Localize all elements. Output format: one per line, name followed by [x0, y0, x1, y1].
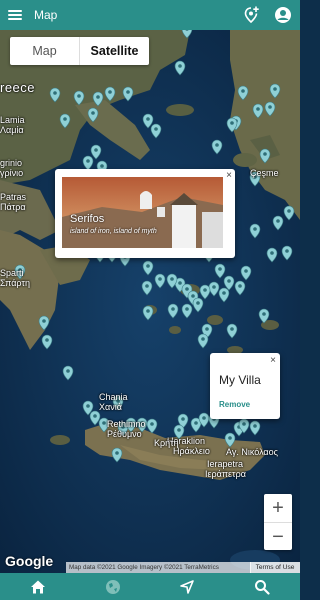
- map-pin[interactable]: [197, 333, 209, 349]
- map-pin[interactable]: [223, 275, 235, 291]
- map-pin[interactable]: [174, 60, 186, 76]
- map-pin[interactable]: [252, 103, 264, 119]
- map-pin[interactable]: [49, 87, 61, 103]
- menu-icon[interactable]: [8, 10, 22, 20]
- map-pin[interactable]: [181, 30, 193, 39]
- map-label: Patras: [0, 192, 27, 202]
- map-pin[interactable]: [142, 113, 154, 129]
- globe-icon[interactable]: [103, 577, 123, 597]
- app-title: Map: [34, 8, 58, 22]
- map-pin[interactable]: [38, 315, 50, 331]
- map-pin[interactable]: [234, 280, 246, 296]
- map-label: Ρέθυμνο: [107, 429, 142, 439]
- map-type-map-button[interactable]: Map: [10, 37, 79, 65]
- map-label: grinio: [0, 158, 23, 168]
- map-pin[interactable]: [41, 334, 53, 350]
- home-icon[interactable]: [28, 577, 48, 597]
- map-pin[interactable]: [272, 215, 284, 231]
- account-icon[interactable]: [274, 6, 292, 24]
- map-label: Ιεράπετρα: [205, 469, 246, 479]
- map-pin[interactable]: [142, 305, 154, 321]
- map-pin[interactable]: [122, 86, 134, 102]
- map-label: γρίνιο: [0, 168, 24, 178]
- map-pins: [14, 30, 295, 463]
- map-label: Χανιά: [99, 402, 122, 412]
- map-pin[interactable]: [264, 101, 276, 117]
- map-pin[interactable]: [266, 247, 278, 263]
- map-pin[interactable]: [208, 281, 220, 297]
- map-label: Κρήτη: [154, 438, 179, 448]
- map-label: Rethimno: [107, 419, 146, 429]
- map-pin[interactable]: [214, 263, 226, 279]
- close-icon[interactable]: ×: [226, 171, 232, 181]
- map-pin[interactable]: [269, 83, 281, 99]
- map-type-control: Map Satellite: [10, 37, 149, 65]
- map-pin[interactable]: [59, 113, 71, 129]
- map-view[interactable]: Map Satellite reece Lamia Λαμία grinio γ…: [0, 30, 300, 573]
- map-pin[interactable]: [111, 447, 123, 463]
- map-label: Σπάρτη: [0, 278, 30, 288]
- serifos-info-window: × Serifos island of iron, island of myth: [55, 169, 235, 258]
- map-pin[interactable]: [92, 91, 104, 107]
- map-label: Λαμία: [0, 125, 24, 135]
- search-icon[interactable]: [252, 577, 272, 597]
- terms-of-use-link[interactable]: Terms of Use: [250, 562, 300, 573]
- map-pin[interactable]: [73, 90, 85, 106]
- map-pin[interactable]: [62, 365, 74, 381]
- map-pin[interactable]: [249, 223, 261, 239]
- app-bar: Map: [0, 0, 300, 30]
- close-icon[interactable]: ×: [270, 356, 276, 366]
- map-pin[interactable]: [218, 287, 230, 303]
- map-pin[interactable]: [146, 418, 158, 434]
- bottom-navigation: [0, 573, 300, 600]
- villa-title: My Villa: [219, 373, 261, 387]
- map-pin[interactable]: [281, 245, 293, 261]
- map-pin[interactable]: [150, 123, 162, 139]
- map-pin[interactable]: [90, 144, 102, 160]
- map-pin[interactable]: [87, 107, 99, 123]
- map-pin[interactable]: [258, 308, 270, 324]
- map-type-satellite-button[interactable]: Satellite: [79, 37, 149, 65]
- serifos-photo[interactable]: Serifos island of iron, island of myth: [62, 177, 223, 248]
- villa-info-window: × My Villa Remove: [210, 353, 280, 419]
- map-pin[interactable]: [237, 85, 249, 101]
- map-label: Lamia: [0, 115, 25, 125]
- map-pin[interactable]: [82, 155, 94, 171]
- map-label: Πάτρα: [0, 202, 26, 212]
- map-pin[interactable]: [283, 205, 295, 221]
- map-pin[interactable]: [199, 284, 211, 300]
- zoom-out-button[interactable]: −: [264, 523, 292, 551]
- map-pin[interactable]: [226, 323, 238, 339]
- map-pin[interactable]: [211, 139, 223, 155]
- map-pin[interactable]: [181, 303, 193, 319]
- zoom-in-button[interactable]: +: [264, 494, 292, 523]
- map-pin[interactable]: [259, 148, 271, 164]
- map-label: Çeşme: [250, 168, 279, 178]
- zoom-control: + −: [264, 494, 292, 550]
- map-pin[interactable]: [249, 420, 261, 436]
- map-pin[interactable]: [104, 86, 116, 102]
- map-pin[interactable]: [141, 280, 153, 296]
- map-pin[interactable]: [154, 273, 166, 289]
- map-pin[interactable]: [192, 297, 204, 313]
- google-logo[interactable]: Google: [5, 553, 53, 569]
- navigation-icon[interactable]: [177, 577, 197, 597]
- map-attribution: Map data ©2021 Google Imagery ©2021 Terr…: [66, 562, 251, 573]
- map-label: reece: [0, 80, 36, 95]
- map-label: Sparti: [0, 268, 24, 278]
- map-label: Αγ. Νικόλαος: [226, 447, 278, 457]
- map-pin[interactable]: [224, 432, 236, 448]
- map-pin[interactable]: [142, 260, 154, 276]
- map-pin[interactable]: [240, 265, 252, 281]
- serifos-subtitle: island of iron, island of myth: [70, 228, 157, 235]
- serifos-title: Serifos: [70, 213, 105, 225]
- map-label: Chania: [99, 392, 128, 402]
- map-pin[interactable]: [89, 410, 101, 426]
- map-pin[interactable]: [167, 303, 179, 319]
- add-location-icon[interactable]: [244, 6, 260, 24]
- remove-button[interactable]: Remove: [219, 400, 250, 409]
- map-label: Ierapetra: [207, 459, 244, 469]
